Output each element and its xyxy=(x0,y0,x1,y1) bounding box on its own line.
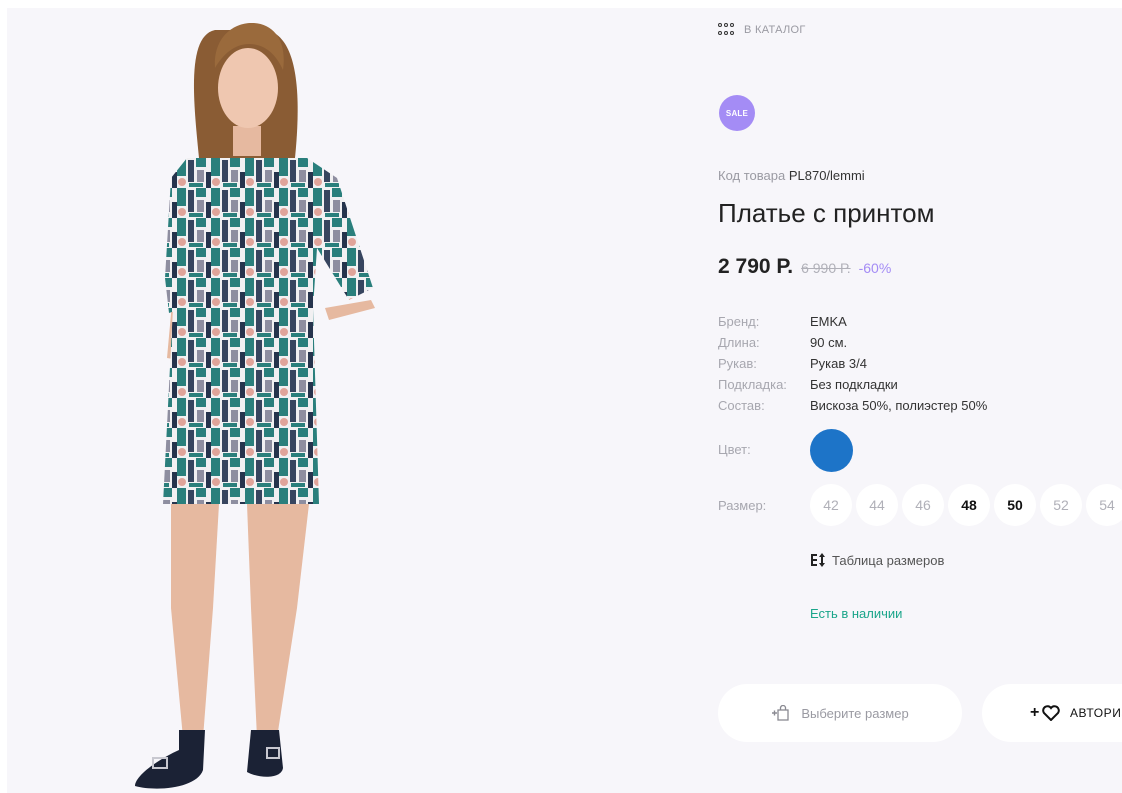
spec-composition: Состав: Вискоза 50%, полиэстер 50% xyxy=(718,398,987,413)
price-row: 2 790 Р. 6 990 Р. -60% xyxy=(718,255,891,279)
size-option-42[interactable]: 42 xyxy=(810,484,852,526)
back-to-catalog-link[interactable]: В КАТАЛОГ xyxy=(718,23,806,37)
spec-key: Бренд: xyxy=(718,314,760,329)
plus-icon: + xyxy=(1030,704,1040,721)
product-card: В КАТАЛОГ SALE Код товара PL870/lemmi Пл… xyxy=(7,8,1122,793)
old-price: 6 990 Р. xyxy=(801,260,851,276)
heart-icon xyxy=(1042,705,1060,721)
spec-value: Рукав 3/4 xyxy=(810,356,867,371)
product-info: В КАТАЛОГ SALE Код товара PL870/lemmi Пл… xyxy=(718,8,1122,793)
discount-label: -60% xyxy=(858,260,892,276)
size-label: Размер: xyxy=(718,498,767,513)
spec-brand: Бренд: EMKA xyxy=(718,314,847,329)
spec-sleeve: Рукав: Рукав 3/4 xyxy=(718,356,867,371)
add-to-bag-icon xyxy=(772,705,789,721)
size-option-52[interactable]: 52 xyxy=(1040,484,1082,526)
add-to-favorites-button[interactable]: + АВТОРИЗ xyxy=(982,684,1122,742)
add-to-cart-button[interactable]: Выберите размер xyxy=(718,684,962,742)
product-title: Платье с принтом xyxy=(718,198,935,228)
current-price: 2 790 Р. xyxy=(718,255,794,278)
sale-badge: SALE xyxy=(719,95,755,131)
spec-key: Подкладка: xyxy=(718,377,787,392)
size-option-48[interactable]: 48 xyxy=(948,484,990,526)
product-photo xyxy=(7,8,707,793)
spec-key: Длина: xyxy=(718,335,760,350)
sku-value: PL870/lemmi xyxy=(788,168,865,183)
size-option-46[interactable]: 46 xyxy=(902,484,944,526)
catalog-link-label: В КАТАЛОГ xyxy=(744,24,806,36)
spec-key: Рукав: xyxy=(718,356,757,371)
spec-value: Без подкладки xyxy=(810,377,898,392)
size-option-54[interactable]: 54 xyxy=(1086,484,1122,526)
color-label: Цвет: xyxy=(718,442,751,457)
dress-model-image xyxy=(135,22,375,789)
spec-key: Состав: xyxy=(718,398,765,413)
size-option-50[interactable]: 50 xyxy=(994,484,1036,526)
size-table-link[interactable]: Таблица размеров xyxy=(810,552,944,568)
spec-value: 90 см. xyxy=(810,335,848,350)
stock-status: Есть в наличии xyxy=(810,606,903,621)
product-page: В КАТАЛОГ SALE Код товара PL870/lemmi Пл… xyxy=(0,0,1122,793)
spec-value: Вискоза 50%, полиэстер 50% xyxy=(810,398,988,413)
color-swatch-blue[interactable] xyxy=(810,429,853,472)
sku-label: Код товара xyxy=(718,168,786,183)
spec-lining: Подкладка: Без подкладки xyxy=(718,377,898,392)
spec-length: Длина: 90 см. xyxy=(718,335,847,350)
size-chart-icon xyxy=(811,553,825,567)
color-selector: Цвет: xyxy=(718,428,1122,472)
add-to-cart-label: Выберите размер xyxy=(801,705,909,721)
product-sku: Код товара PL870/lemmi xyxy=(718,168,865,183)
spec-value: EMKA xyxy=(810,314,847,329)
size-selector: Размер: 42 44 46 48 50 52 54 xyxy=(718,484,1122,528)
size-options: 42 44 46 48 50 52 54 xyxy=(810,484,1122,526)
size-option-44[interactable]: 44 xyxy=(856,484,898,526)
favorites-label: АВТОРИЗ xyxy=(1069,706,1122,720)
size-table-label: Таблица размеров xyxy=(832,552,945,568)
grid-dots-icon xyxy=(718,23,735,37)
